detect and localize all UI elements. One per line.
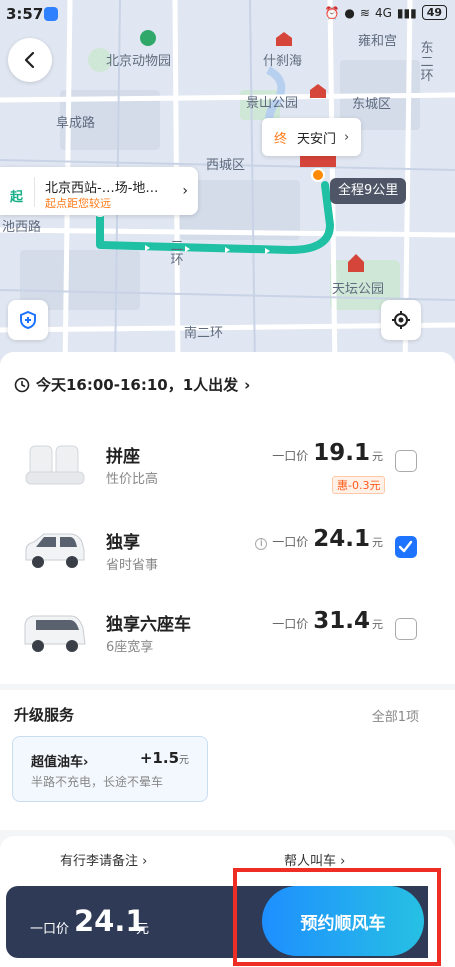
price-label: 一口价 bbox=[272, 535, 309, 549]
back-button[interactable] bbox=[8, 38, 52, 82]
map-label: 景山公园 bbox=[246, 96, 299, 111]
chevron-left-icon bbox=[24, 51, 35, 69]
bottom-sheet: 今天16:00-16:10，1人出发 › 拼座 性价比高 一口价 19.1 元 … bbox=[0, 352, 455, 892]
map-view[interactable]: 北京动物园 什刹海 雍和宫 东城区 阜成路 景山公园 西城区 天坛公园 南二环 … bbox=[0, 0, 455, 370]
all-services-link[interactable]: 全部1项 bbox=[372, 706, 419, 725]
option-subtitle: 6座宽享 bbox=[106, 640, 154, 655]
map-label: 天坛公园 bbox=[332, 282, 385, 297]
alarm-icon: ⏰ bbox=[324, 5, 340, 20]
location-icon: ● bbox=[344, 5, 355, 20]
discount-badge: 惠-0.3元 bbox=[332, 476, 386, 494]
price-value: 31.4 bbox=[313, 608, 370, 634]
origin-card[interactable]: 起 北京西站-…场-地… 起点距您较远 › bbox=[0, 167, 198, 215]
departure-time-selector[interactable]: 今天16:00-16:10，1人出发 › bbox=[14, 374, 250, 395]
option-price: i 一口价 24.1 元 bbox=[255, 526, 383, 552]
status-bar: 3:57 ⏰ ● ≋ 4G ▮▮▮ 49 bbox=[0, 0, 455, 28]
total-price-unit: 元 bbox=[136, 922, 150, 937]
chevron-right-icon: › bbox=[244, 375, 251, 394]
map-label: 池西路 bbox=[2, 220, 42, 235]
ride-option-six-seater[interactable]: 独享六座车 6座宽享 一口价 31.4 元 bbox=[0, 598, 455, 678]
map-label: 南二环 bbox=[184, 326, 224, 341]
extra-options-row: 有行李请备注 › 帮人叫车 › bbox=[0, 836, 455, 892]
price-value: 24.1 bbox=[313, 526, 370, 552]
option-title: 拼座 bbox=[106, 447, 140, 467]
service-card-fuel-car[interactable]: 超值油车› +1.5元 半路不充电，长途不晕车 bbox=[12, 736, 208, 802]
option-title: 独享 bbox=[106, 533, 140, 553]
map-label: 东城区 bbox=[352, 97, 392, 112]
van-icon bbox=[24, 615, 86, 652]
chevron-right-icon: › bbox=[182, 183, 188, 199]
shield-icon bbox=[20, 310, 36, 330]
option-price: 一口价 19.1 元 bbox=[272, 440, 383, 466]
status-icons: ⏰ ● ≋ 4G ▮▮▮ 49 bbox=[324, 5, 447, 20]
option-checkbox[interactable] bbox=[395, 536, 417, 558]
status-time: 3:57 bbox=[6, 5, 44, 23]
option-price: 一口价 31.4 元 bbox=[272, 608, 383, 634]
battery-icon: 49 bbox=[421, 5, 447, 20]
option-title: 独享六座车 bbox=[106, 615, 191, 635]
destination-name: 天安门 bbox=[297, 131, 337, 147]
origin-hint: 起点距您较远 bbox=[45, 197, 111, 210]
map-label: 雍和宫 bbox=[358, 34, 398, 49]
price-value: 19.1 bbox=[313, 440, 370, 466]
map-label: 东二环 bbox=[420, 41, 434, 84]
price-unit: 元 bbox=[372, 618, 383, 631]
price-unit: 元 bbox=[372, 536, 383, 549]
ride-option-carpool[interactable]: 拼座 性价比高 一口价 19.1 元 惠-0.3元 bbox=[0, 430, 455, 510]
section-title: 升级服务 bbox=[14, 706, 75, 724]
message-notification-icon bbox=[44, 7, 58, 21]
clock-icon bbox=[14, 377, 30, 392]
price-label: 一口价 bbox=[272, 449, 309, 463]
locate-button[interactable] bbox=[381, 300, 421, 340]
wifi-icon: ≋ bbox=[359, 5, 370, 20]
map-label: 西城区 bbox=[206, 158, 246, 173]
seat-icon bbox=[25, 445, 85, 485]
ride-options-panel: 今天16:00-16:10，1人出发 › 拼座 性价比高 一口价 19.1 元 … bbox=[0, 352, 455, 684]
option-checkbox[interactable] bbox=[395, 618, 417, 640]
check-icon bbox=[398, 540, 413, 553]
option-subtitle: 性价比高 bbox=[106, 472, 159, 487]
locate-icon bbox=[392, 311, 410, 329]
service-description: 半路不充电，长途不晕车 bbox=[31, 775, 164, 789]
total-price: 24.1 bbox=[74, 904, 146, 938]
network-label: 4G bbox=[374, 5, 392, 20]
upgrade-services: 升级服务 全部1项 超值油车› +1.5元 半路不充电，长途不晕车 bbox=[0, 690, 455, 830]
service-price: +1.5元 bbox=[139, 749, 189, 767]
book-ride-button[interactable]: 预约顺风车 bbox=[262, 886, 424, 956]
map-label: 阜成路 bbox=[56, 116, 96, 131]
map-label: 北京动物园 bbox=[106, 54, 172, 69]
car-icon bbox=[25, 533, 85, 568]
price-label: 一口价 bbox=[272, 617, 309, 631]
service-name: 超值油车› bbox=[31, 755, 89, 770]
total-price-label: 一口价 bbox=[30, 922, 70, 937]
option-checkbox[interactable] bbox=[395, 450, 417, 472]
safety-button[interactable] bbox=[8, 300, 48, 340]
price-unit: 元 bbox=[372, 450, 383, 463]
map-label: 二环 bbox=[170, 239, 184, 268]
option-subtitle: 省时省事 bbox=[106, 558, 159, 573]
departure-time-text: 今天16:00-16:10，1人出发 bbox=[36, 376, 239, 394]
end-tag: 终 bbox=[274, 131, 288, 147]
divider bbox=[34, 177, 35, 207]
origin-name: 北京西站-…场-地… bbox=[45, 181, 159, 196]
map-label: 什刹海 bbox=[263, 54, 303, 69]
call-for-others-link[interactable]: 帮人叫车 › bbox=[284, 850, 345, 869]
info-icon[interactable]: i bbox=[255, 537, 268, 550]
start-tag: 起 bbox=[10, 190, 24, 205]
distance-badge: 全程9公里 bbox=[330, 178, 407, 204]
luggage-note-link[interactable]: 有行李请备注 › bbox=[60, 850, 147, 869]
ride-option-private[interactable]: 独享 省时省事 i 一口价 24.1 元 bbox=[0, 516, 455, 596]
signal-icon: ▮▮▮ bbox=[396, 5, 417, 20]
chevron-right-icon: › bbox=[344, 129, 350, 145]
destination-card[interactable]: 终 天安门 › bbox=[262, 118, 362, 156]
